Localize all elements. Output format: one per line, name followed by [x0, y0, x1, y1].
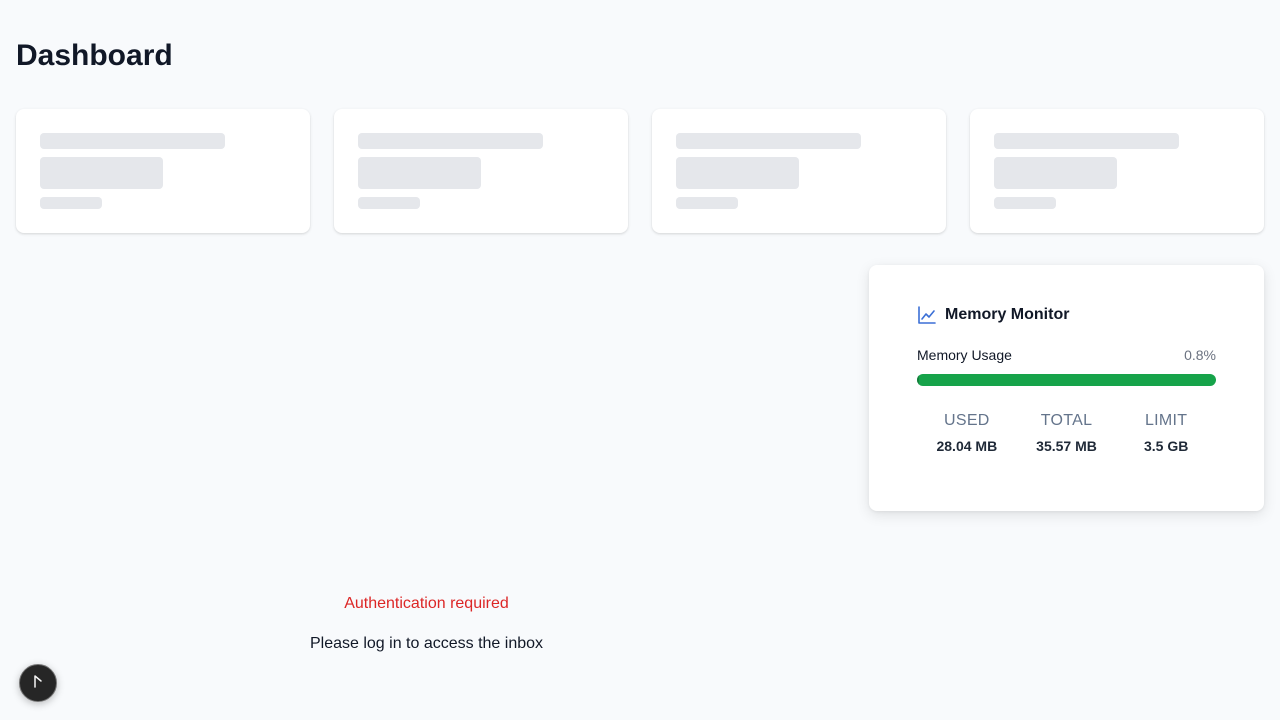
skeleton-value [994, 157, 1117, 189]
stat-used: USED 28.04 MB [917, 412, 1017, 454]
skeleton-value [358, 157, 481, 189]
page-title: Dashboard [16, 39, 173, 72]
auth-login-prompt: Please log in to access the inbox [309, 635, 544, 652]
line-chart-icon [917, 305, 937, 325]
stat-card-loading [652, 109, 946, 233]
stat-card-loading [970, 109, 1264, 233]
skeleton-line [40, 133, 225, 149]
stat-limit: LIMIT 3.5 GB [1116, 412, 1216, 454]
memory-usage-percent: 0.8% [1184, 347, 1216, 363]
skeleton-line [358, 133, 543, 149]
dashboard-page: Dashboard Memory Monitor Memory Usage 0.… [0, 0, 1280, 720]
skeleton-line [676, 133, 861, 149]
stat-cards-row [16, 109, 1264, 233]
auth-error-message: Authentication required [344, 595, 509, 612]
skeleton-line [358, 197, 420, 209]
skeleton-line [994, 133, 1179, 149]
stat-value: 3.5 GB [1144, 438, 1189, 454]
skeleton-line [676, 197, 738, 209]
memory-usage-label: Memory Usage [917, 347, 1012, 363]
memory-stats: USED 28.04 MB TOTAL 35.57 MB LIMIT 3.5 G… [917, 412, 1216, 454]
skeleton-line [994, 197, 1056, 209]
floating-action-button[interactable] [19, 664, 57, 702]
memory-usage-bar-fill [917, 374, 920, 386]
memory-usage-row: Memory Usage 0.8% [917, 347, 1216, 363]
cursor-icon [32, 674, 44, 693]
skeleton-value [40, 157, 163, 189]
memory-monitor-header: Memory Monitor [917, 305, 1069, 325]
memory-monitor-title: Memory Monitor [945, 306, 1070, 323]
stat-label: LIMIT [1144, 412, 1188, 429]
stat-value: 28.04 MB [936, 438, 998, 454]
stat-label: TOTAL [1040, 412, 1093, 429]
memory-usage-bar [917, 374, 1216, 386]
memory-monitor-panel: Memory Monitor Memory Usage 0.8% USED 28… [869, 265, 1264, 511]
skeleton-line [40, 197, 102, 209]
stat-card-loading [16, 109, 310, 233]
stat-label: USED [944, 412, 990, 429]
stat-total: TOTAL 35.57 MB [1017, 412, 1117, 454]
skeleton-value [676, 157, 799, 189]
stat-card-loading [334, 109, 628, 233]
stat-value: 35.57 MB [1036, 438, 1097, 454]
